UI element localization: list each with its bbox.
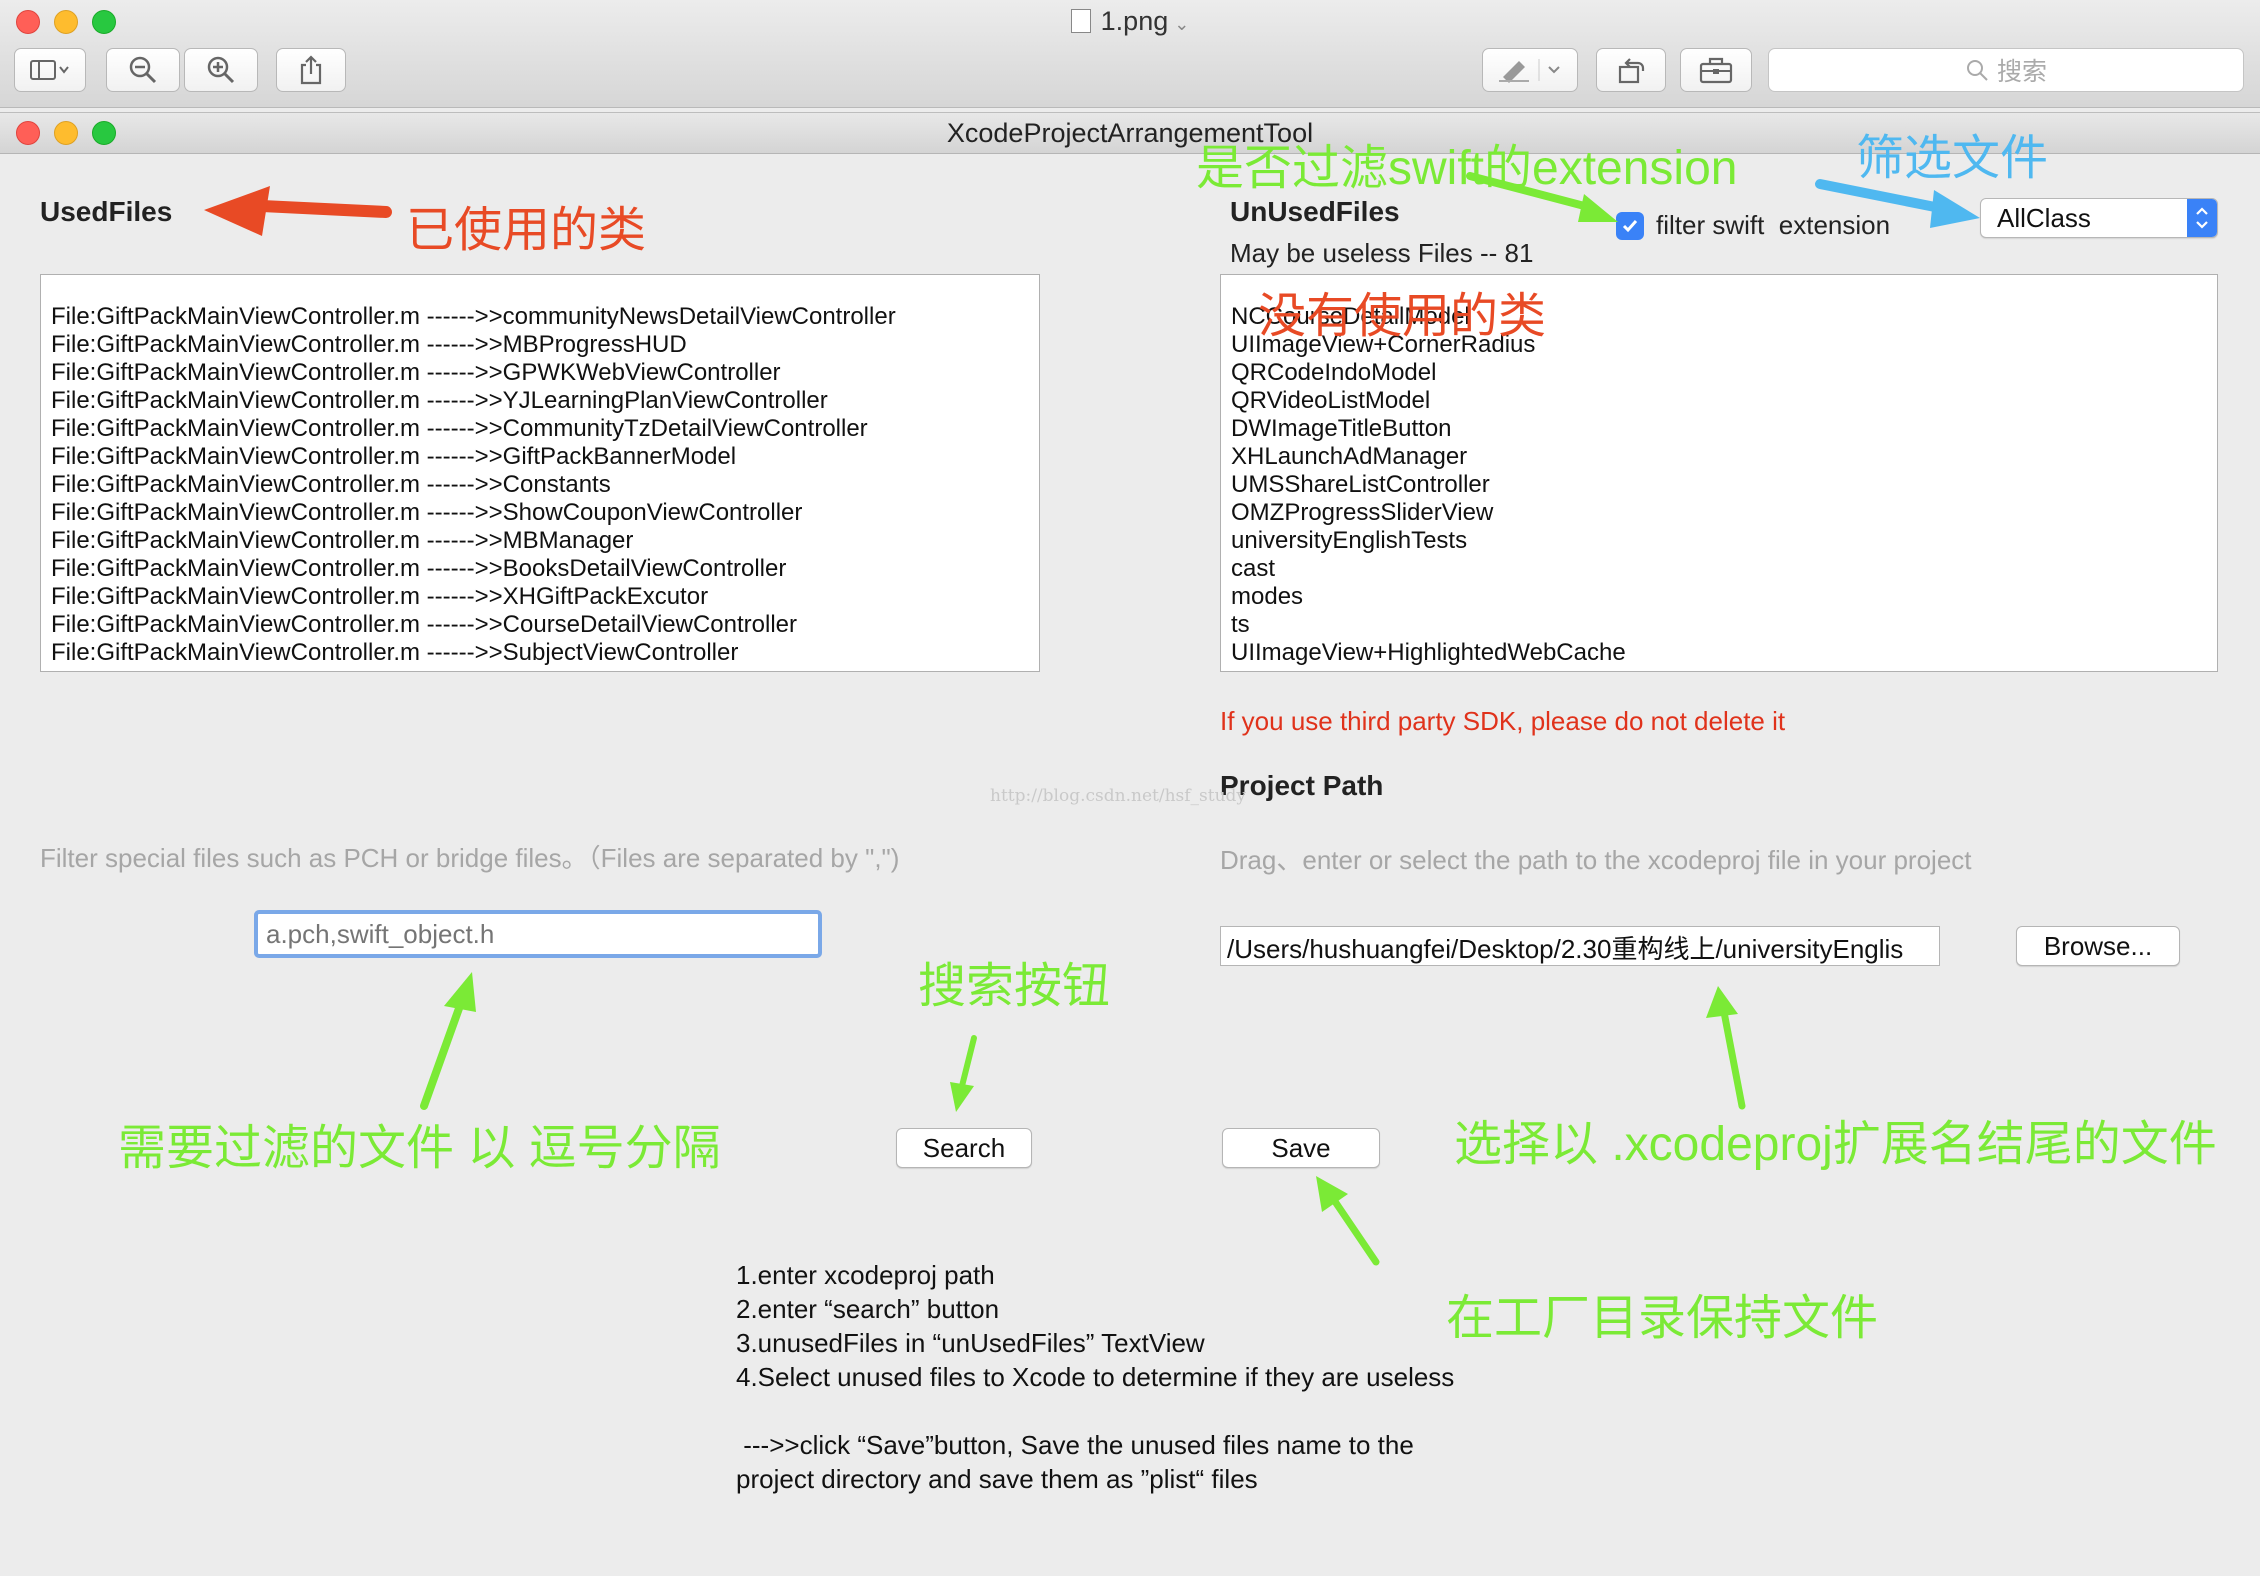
green-arrow-search <box>950 1035 977 1112</box>
annotation-arrows <box>204 172 1980 1266</box>
red-arrow <box>204 186 392 236</box>
annotation-used-classes: 已使用的类 <box>406 204 647 257</box>
annotation-choose-xcodeproj: 选择以 .xcodeproj扩展名结尾的文件 <box>1454 1118 2217 1171</box>
annotation-search-button: 搜索按钮 <box>918 960 1111 1013</box>
green-arrow-filter-input <box>420 972 476 1110</box>
annotation-filter-input: 需要过滤的文件 以 逗号分隔 <box>118 1122 721 1175</box>
annotation-unused-classes: 没有使用的类 <box>1258 290 1547 343</box>
green-arrow-path <box>1706 986 1746 1110</box>
annotation-filter-swift: 是否过滤swift的extension <box>1196 142 1738 195</box>
annotation-filter-files: 筛选文件 <box>1856 132 2049 185</box>
blue-arrow-select <box>1815 179 1980 228</box>
annotation-save-dir: 在工厂目录保持文件 <box>1446 1292 1879 1345</box>
green-arrow-save <box>1316 1176 1380 1266</box>
